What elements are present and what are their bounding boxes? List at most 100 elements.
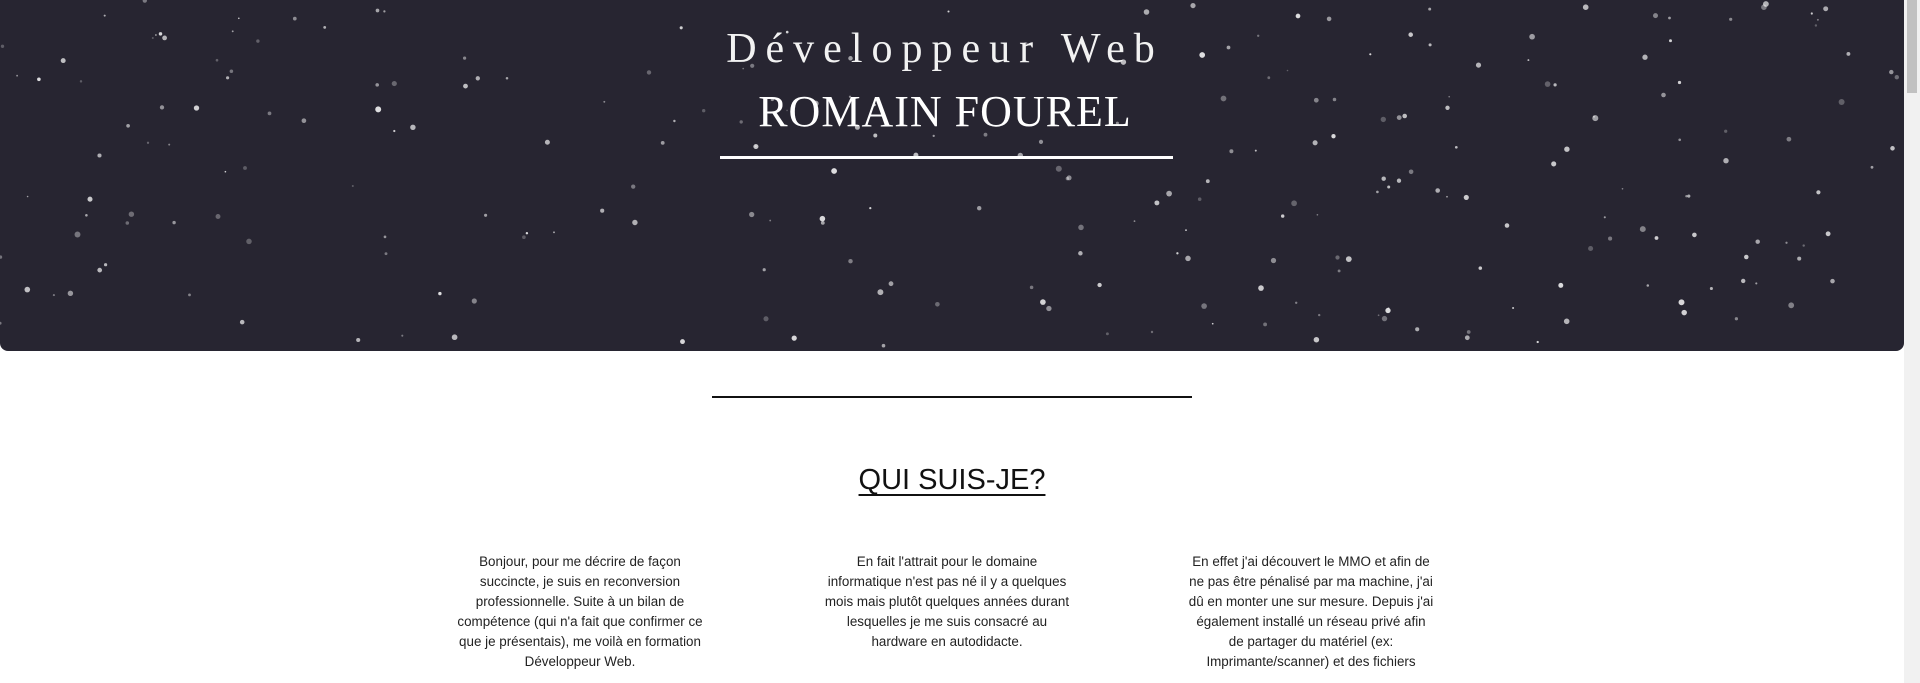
star (791, 335, 797, 341)
star (1166, 190, 1172, 197)
star (1823, 6, 1829, 12)
star (188, 293, 191, 297)
star (1154, 200, 1160, 206)
star (976, 205, 982, 211)
star (1723, 158, 1729, 164)
star (451, 334, 458, 341)
star (1435, 188, 1441, 193)
star (172, 220, 176, 225)
star (1755, 239, 1760, 244)
star (525, 231, 529, 235)
star (104, 263, 108, 267)
star (1150, 330, 1154, 334)
star (1408, 169, 1414, 175)
star (97, 267, 103, 273)
star (1097, 282, 1102, 288)
star (769, 219, 772, 222)
star (1692, 232, 1697, 238)
star (522, 235, 526, 240)
star (935, 301, 940, 307)
star (215, 214, 221, 219)
star (37, 77, 41, 82)
star (1582, 4, 1589, 11)
page: Développeur Web ROMAIN FOUREL QUI SUIS-J… (0, 0, 1920, 683)
star (351, 184, 354, 188)
star (1741, 278, 1746, 284)
star (1326, 16, 1332, 22)
star (544, 139, 550, 145)
star (1312, 140, 1318, 146)
star (1078, 224, 1084, 231)
star (1040, 299, 1046, 305)
star (1734, 317, 1739, 321)
star (762, 268, 766, 272)
star (1816, 190, 1821, 195)
star (660, 141, 665, 145)
star (1894, 75, 1899, 80)
vertical-scrollbar[interactable] (1904, 0, 1920, 683)
star (1755, 282, 1758, 285)
star (1621, 187, 1624, 190)
about-paragraph-3: En effet j'ai découvert le MMO et afin d… (1188, 554, 1434, 669)
about-column-3: En effet j'ai découvert le MMO et afin d… (1188, 552, 1434, 672)
star (1446, 195, 1448, 198)
star (146, 141, 150, 144)
star (1653, 13, 1658, 19)
star (600, 208, 605, 213)
star (753, 143, 759, 150)
star (484, 213, 488, 217)
star (947, 10, 950, 13)
star (1176, 252, 1179, 255)
star (168, 143, 171, 146)
star (1536, 340, 1539, 344)
star (243, 166, 247, 170)
star (1668, 16, 1671, 20)
scrollbar-thumb[interactable] (1907, 0, 1917, 93)
star (97, 153, 102, 158)
star (1337, 269, 1341, 273)
star (1055, 165, 1062, 172)
star (820, 220, 825, 225)
star (26, 195, 29, 198)
star (1464, 335, 1470, 341)
star (1211, 322, 1214, 325)
star (1313, 336, 1320, 343)
star (1797, 256, 1802, 261)
about-column-2: En fait l'attrait pour le domaine inform… (824, 552, 1070, 652)
star (881, 343, 886, 348)
star (79, 80, 83, 83)
star (1825, 231, 1831, 237)
star (1263, 322, 1268, 327)
star (1744, 254, 1749, 260)
star (1029, 285, 1034, 290)
star (1681, 309, 1687, 316)
star (1564, 146, 1570, 152)
star (1428, 7, 1432, 11)
star (1377, 314, 1380, 317)
star (1038, 139, 1044, 144)
star (1512, 306, 1515, 310)
star (1709, 286, 1713, 291)
star (1190, 3, 1196, 9)
star (1729, 17, 1733, 21)
star (1785, 241, 1788, 244)
star (74, 231, 81, 238)
star (1291, 200, 1297, 207)
star (1185, 229, 1187, 231)
star (1810, 12, 1813, 15)
star (848, 258, 853, 264)
star (246, 238, 252, 245)
star (1197, 197, 1202, 201)
star (383, 235, 387, 239)
star (1316, 213, 1319, 216)
star (1678, 299, 1685, 306)
star (85, 214, 88, 217)
star (1078, 251, 1083, 256)
hero-subtitle: Développeur Web (726, 26, 1164, 72)
star (1205, 179, 1210, 184)
star (1066, 175, 1072, 181)
star (553, 231, 555, 234)
star (1376, 190, 1379, 194)
about-column-1: Bonjour, pour me décrire de façon succin… (457, 552, 703, 672)
star (1345, 256, 1352, 262)
